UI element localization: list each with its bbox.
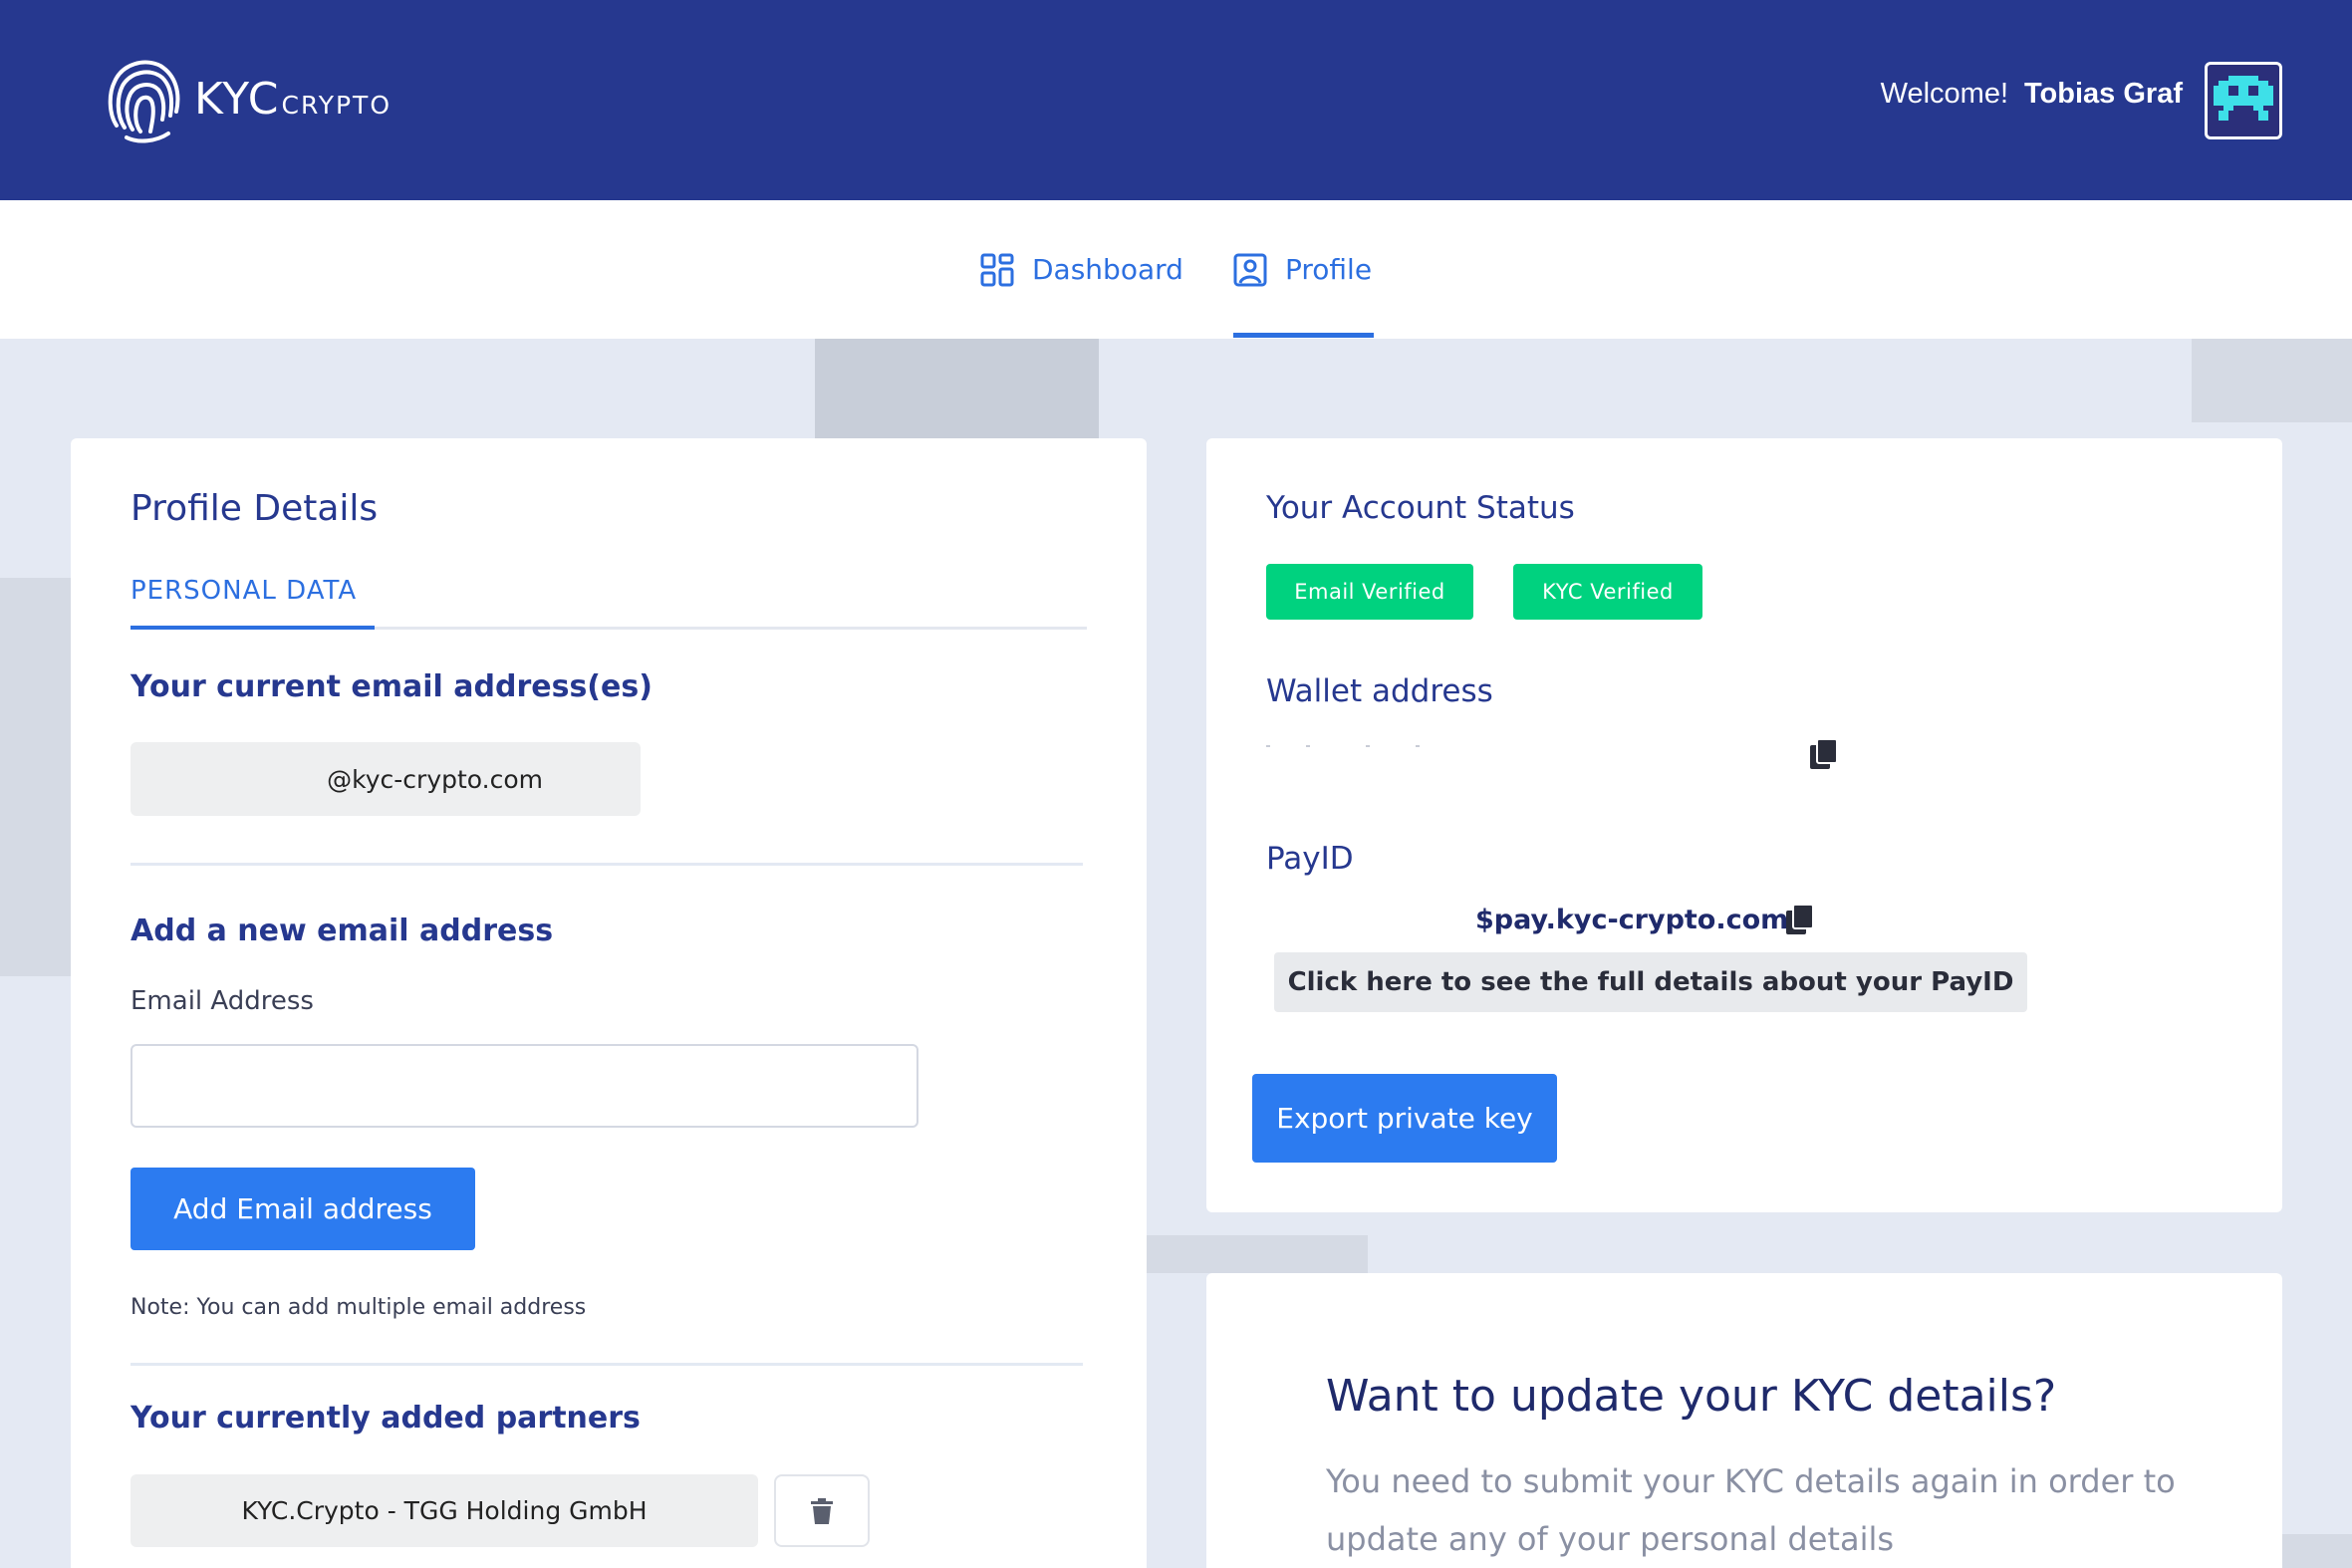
delete-partner-button[interactable] bbox=[774, 1474, 870, 1547]
kyc-verified-badge: KYC Verified bbox=[1513, 564, 1702, 620]
logo-sub-text: CRYPTO bbox=[281, 90, 392, 120]
account-status-card: Your Account Status Email Verified KYC V… bbox=[1206, 438, 2282, 1212]
profile-details-title: Profile Details bbox=[131, 488, 379, 529]
active-tab-indicator bbox=[1233, 333, 1374, 338]
divider bbox=[131, 1363, 1083, 1366]
background-decoration bbox=[2282, 1534, 2352, 1568]
background-decoration bbox=[1147, 1235, 1368, 1273]
main-nav: Dashboard Profile bbox=[0, 200, 2352, 339]
fingerprint-logo-icon bbox=[108, 60, 180, 143]
logo-wordmark: KYC CRYPTO bbox=[194, 74, 392, 125]
profile-icon bbox=[1233, 253, 1267, 286]
background-decoration bbox=[0, 578, 71, 976]
top-header: KYC CRYPTO Welcome! Tobias Graf bbox=[0, 0, 2352, 200]
copy-icon bbox=[1786, 904, 1814, 934]
email-field[interactable] bbox=[131, 1044, 918, 1128]
multiple-email-note: Note: You can add multiple email address bbox=[131, 1295, 587, 1320]
export-private-key-button[interactable]: Export private key bbox=[1252, 1074, 1557, 1163]
tab-dashboard[interactable]: Dashboard bbox=[980, 200, 1183, 339]
tab-profile[interactable]: Profile bbox=[1233, 200, 1372, 339]
tab-profile-label: Profile bbox=[1285, 253, 1373, 286]
email-verified-badge: Email Verified bbox=[1266, 564, 1473, 620]
logo-main-text: KYC bbox=[194, 73, 280, 125]
email-address-label: Email Address bbox=[131, 986, 314, 1016]
welcome-message: Welcome! Tobias Graf bbox=[1881, 78, 2183, 111]
tab-personal-data[interactable]: PERSONAL DATA bbox=[131, 576, 357, 606]
avatar[interactable] bbox=[2205, 62, 2282, 139]
wallet-address-label: Wallet address bbox=[1266, 673, 1493, 709]
current-email-value: @kyc-crypto.com bbox=[131, 742, 641, 816]
kyc-crypto-logo[interactable]: KYC CRYPTO bbox=[105, 54, 392, 143]
profile-details-card: Profile Details PERSONAL DATA Your curre… bbox=[71, 438, 1147, 1568]
dashboard-grid-icon bbox=[980, 253, 1014, 286]
account-status-title: Your Account Status bbox=[1266, 490, 1575, 526]
copy-wallet-button[interactable] bbox=[1810, 738, 1838, 775]
wallet-address-redacted bbox=[1266, 745, 1420, 747]
current-email-heading: Your current email address(es) bbox=[131, 669, 653, 704]
tab-dashboard-label: Dashboard bbox=[1032, 253, 1183, 286]
add-email-button[interactable]: Add Email address bbox=[131, 1168, 475, 1250]
background-decoration bbox=[2192, 339, 2352, 422]
space-invader-icon bbox=[2214, 76, 2273, 121]
add-email-heading: Add a new email address bbox=[131, 914, 554, 948]
payid-details-button[interactable]: Click here to see the full details about… bbox=[1274, 952, 2027, 1012]
kyc-update-card: Want to update your KYC details? You nee… bbox=[1206, 1273, 2282, 1568]
partner-item: KYC.Crypto - TGG Holding GmbH bbox=[131, 1474, 758, 1547]
copy-payid-button[interactable] bbox=[1786, 904, 1814, 940]
partners-heading: Your currently added partners bbox=[131, 1401, 641, 1436]
welcome-text: Welcome! bbox=[1880, 78, 2008, 110]
background-decoration bbox=[815, 339, 1099, 438]
active-tab-indicator bbox=[131, 626, 375, 630]
user-name: Tobias Graf bbox=[2024, 78, 2183, 110]
copy-icon bbox=[1810, 738, 1838, 769]
trash-icon bbox=[811, 1497, 833, 1524]
divider bbox=[131, 863, 1083, 866]
kyc-update-text: You need to submit your KYC details agai… bbox=[1326, 1462, 2176, 1558]
payid-value: $pay.kyc-crypto.com bbox=[1475, 905, 1789, 935]
kyc-update-title: Want to update your KYC details? bbox=[1326, 1371, 2057, 1422]
payid-label: PayID bbox=[1266, 841, 1354, 877]
